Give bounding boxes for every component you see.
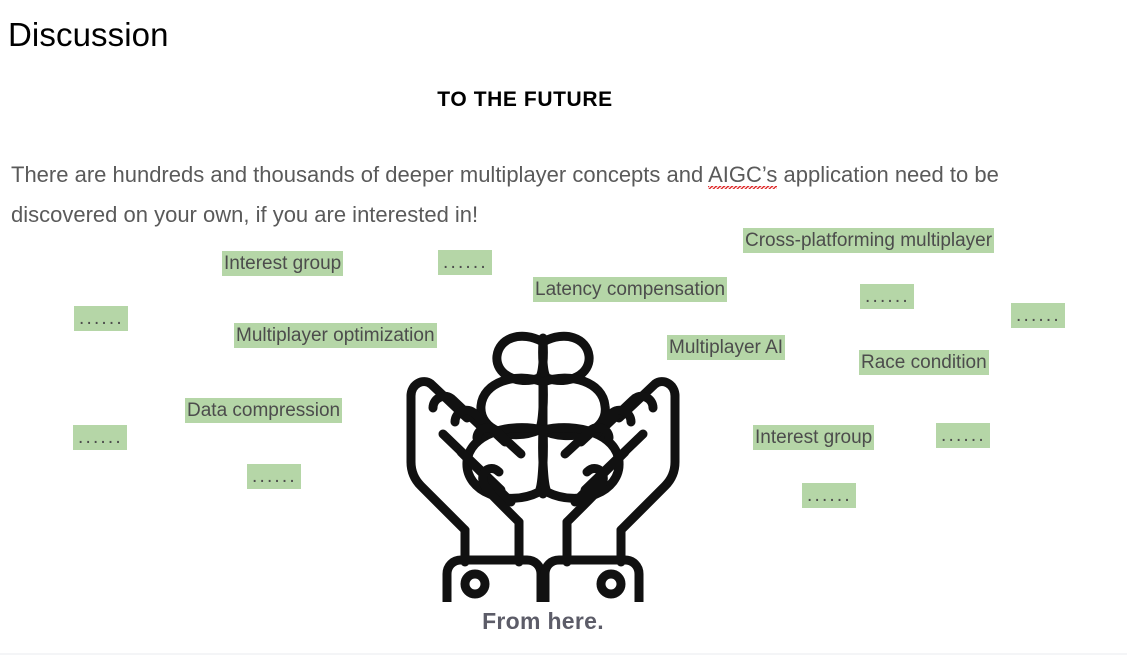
concept-tag: Interest group: [222, 251, 344, 276]
slide-canvas: Discussion TO THE FUTURE There are hundr…: [0, 0, 1127, 655]
concept-tag: Race condition: [859, 350, 989, 375]
concept-tag: Interest group: [753, 425, 875, 450]
hands-holding-plant-icon: [393, 312, 693, 602]
concept-tag-placeholder: ......: [1011, 303, 1065, 328]
concept-tag-placeholder: ......: [73, 425, 127, 450]
concept-tag: Cross-platforming multiplayer: [743, 228, 995, 253]
concept-tag-placeholder: ......: [74, 306, 128, 331]
concept-tag-placeholder: ......: [438, 250, 492, 275]
concept-tag-placeholder: ......: [247, 464, 301, 489]
concept-tag: Data compression: [185, 398, 343, 423]
concept-tag-placeholder: ......: [860, 284, 914, 309]
concept-tag-placeholder: ......: [936, 423, 990, 448]
illustration-caption: From here.: [482, 608, 604, 634]
concept-tag-placeholder: ......: [802, 483, 856, 508]
concept-tag: Latency compensation: [533, 277, 728, 302]
